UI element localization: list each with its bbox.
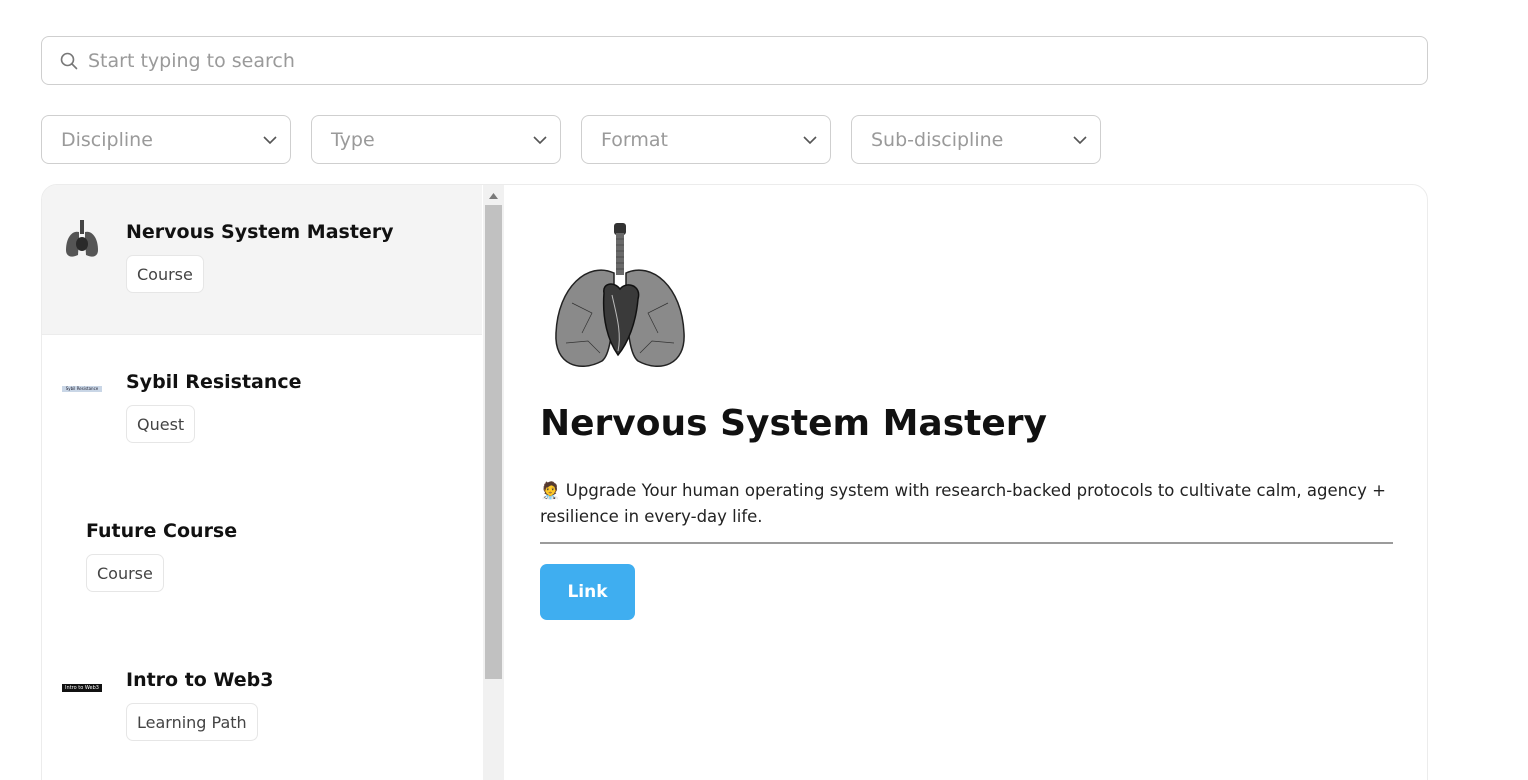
type-badge: Quest (126, 405, 196, 443)
list-item[interactable]: Intro to Web3 Intro to Web3 Learning Pat… (42, 633, 482, 780)
detail-description: 🧑‍⚕️ Upgrade Your human operating system… (540, 481, 1386, 526)
format-filter[interactable]: Format (581, 115, 831, 164)
list-item[interactable]: Sybil Resistance Sybil Resistance Quest (42, 335, 482, 485)
list-item-title: Sybil Resistance (126, 371, 302, 393)
scroll-up-arrow-icon[interactable] (483, 189, 504, 203)
discipline-filter[interactable]: Discipline (41, 115, 291, 164)
chevron-down-icon (262, 132, 278, 148)
type-filter[interactable]: Type (311, 115, 561, 164)
lungs-heart-illustration (552, 223, 688, 373)
detail-title: Nervous System Mastery (540, 403, 1047, 444)
search-bar[interactable] (41, 36, 1428, 85)
list-item[interactable]: Future Course Course (42, 484, 482, 634)
lungs-heart-icon (61, 219, 103, 261)
sybil-resistance-thumbnail-text: Sybil Resistance (62, 386, 102, 392)
resource-list: Nervous System Mastery Course Sybil Resi… (42, 185, 482, 780)
content-panel: Nervous System Mastery Course Sybil Resi… (41, 184, 1428, 780)
link-button[interactable]: Link (540, 564, 635, 620)
format-filter-label: Format (601, 128, 668, 151)
chevron-down-icon (1072, 132, 1088, 148)
intro-to-web3-thumbnail-text: Intro to Web3 (62, 684, 102, 692)
divider (540, 542, 1393, 544)
intro-to-web3-thumbnail: Intro to Web3 (61, 667, 103, 709)
list-item[interactable]: Nervous System Mastery Course (42, 185, 482, 335)
list-item-title: Future Course (86, 520, 238, 542)
list-item-title: Intro to Web3 (126, 669, 274, 691)
chevron-down-icon (802, 132, 818, 148)
sybil-resistance-thumbnail: Sybil Resistance (61, 368, 103, 410)
search-icon (58, 50, 80, 72)
type-badge: Course (126, 255, 204, 293)
sub-discipline-filter[interactable]: Sub-discipline (851, 115, 1101, 164)
type-filter-label: Type (331, 128, 375, 151)
chevron-down-icon (532, 132, 548, 148)
sub-discipline-filter-label: Sub-discipline (871, 128, 1004, 151)
list-item-title: Nervous System Mastery (126, 221, 394, 243)
search-input[interactable] (88, 49, 1388, 72)
detail-view: Nervous System Mastery 🧑‍⚕️ Upgrade Your… (504, 185, 1427, 780)
scrollbar-thumb[interactable] (485, 205, 502, 679)
list-scrollbar[interactable] (483, 185, 504, 780)
type-badge: Course (86, 554, 164, 592)
discipline-filter-label: Discipline (61, 128, 153, 151)
type-badge: Learning Path (126, 703, 258, 741)
